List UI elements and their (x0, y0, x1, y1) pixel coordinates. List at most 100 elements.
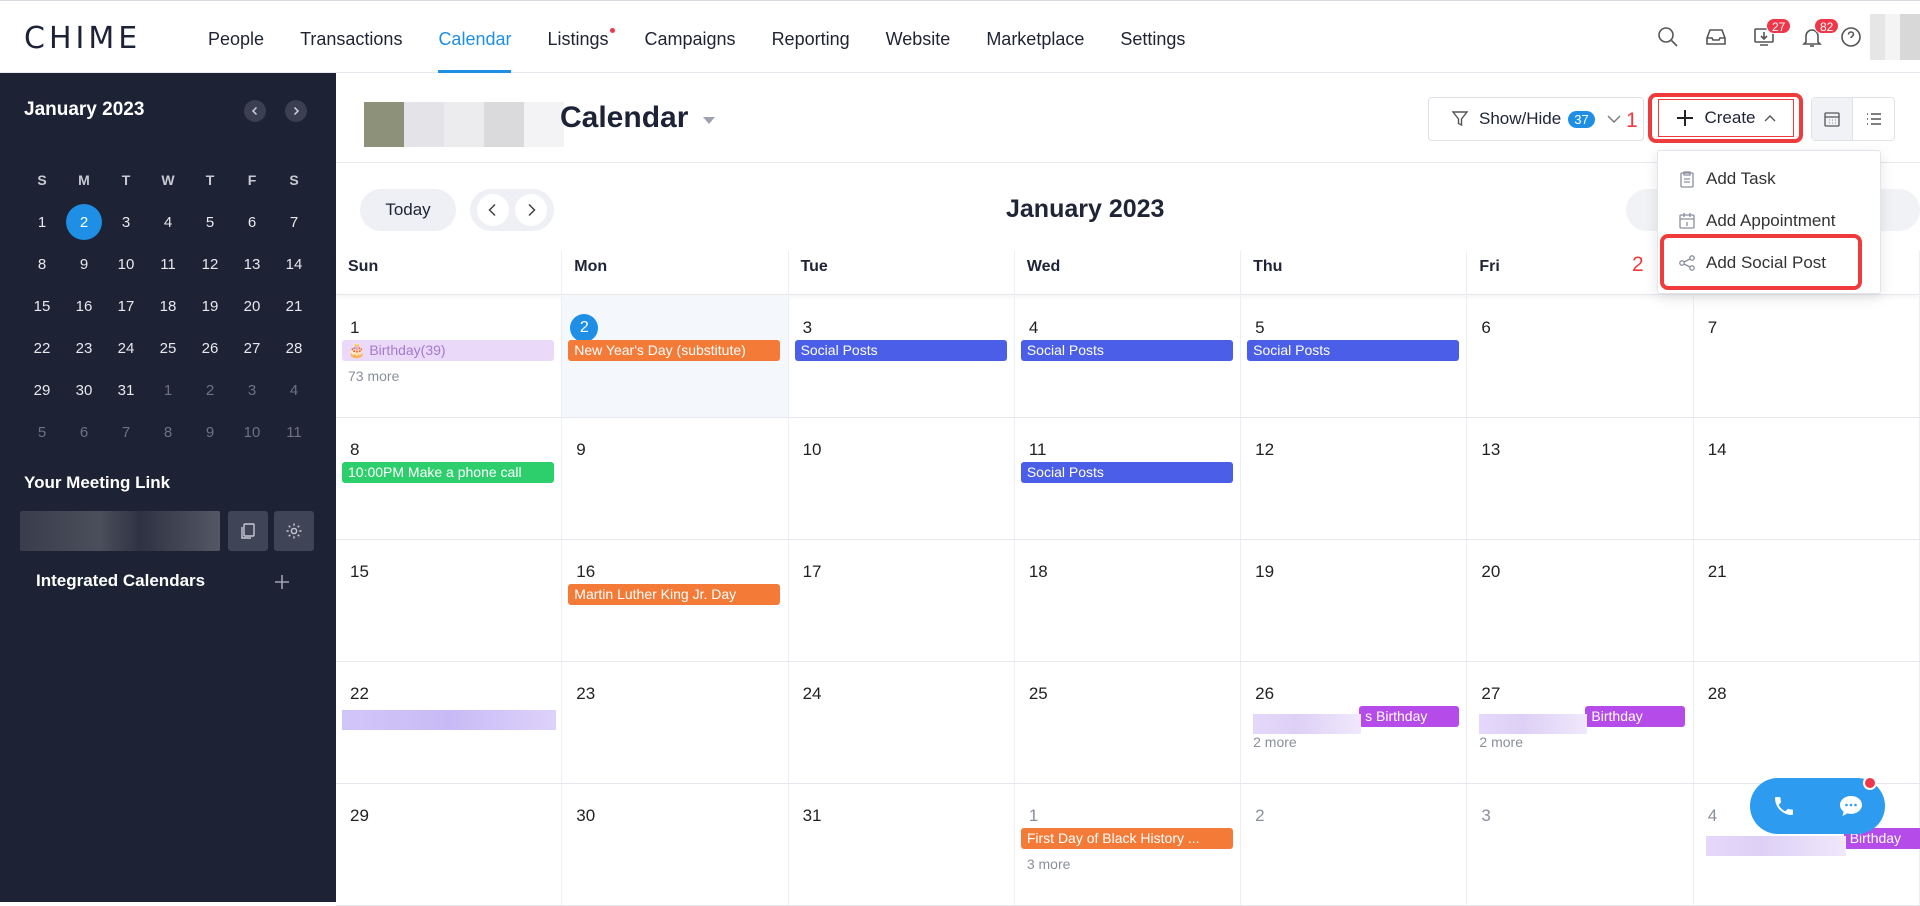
calendar-event[interactable]: Social Posts (1020, 462, 1233, 483)
more-events-link[interactable]: 3 more (1027, 856, 1071, 872)
calendar-event[interactable]: Birthday (1585, 706, 1686, 727)
date-number[interactable]: 13 (1481, 440, 1500, 460)
mini-day[interactable]: 24 (105, 327, 147, 369)
redacted-event[interactable] (342, 710, 556, 730)
mini-day[interactable]: 2 (189, 369, 231, 411)
mini-day[interactable]: 29 (21, 369, 63, 411)
date-number[interactable]: 4 (1708, 806, 1717, 826)
calendar-event[interactable]: Social Posts (1247, 340, 1460, 361)
date-number[interactable]: 19 (1255, 562, 1274, 582)
day-cell[interactable]: 5 Social Posts (1241, 296, 1468, 417)
day-cell[interactable]: 28 (1694, 662, 1920, 783)
day-cell[interactable]: 1 🎂 Birthday(39) 73 more (336, 296, 563, 417)
add-task-item[interactable]: Add Task (1678, 163, 1776, 195)
date-number[interactable]: 22 (350, 684, 369, 704)
more-events-link[interactable]: 2 more (1479, 734, 1523, 750)
day-cell[interactable]: 4 Social Posts (1015, 296, 1242, 417)
meeting-settings-button[interactable] (274, 511, 314, 551)
mini-day[interactable]: 3 (105, 201, 147, 243)
date-number[interactable]: 16 (576, 562, 595, 582)
phone-button[interactable] (1760, 782, 1808, 830)
date-number[interactable]: 21 (1708, 562, 1727, 582)
day-cell[interactable]: 24 (789, 662, 1015, 783)
more-events-link[interactable]: 73 more (348, 368, 399, 384)
date-number[interactable]: 3 (803, 318, 812, 338)
page-title[interactable]: Calendar (560, 101, 688, 135)
mini-day[interactable]: 17 (105, 285, 147, 327)
mini-day[interactable]: 31 (105, 369, 147, 411)
download-icon[interactable]: 27 (1740, 13, 1792, 61)
mini-day[interactable]: 28 (273, 327, 315, 369)
mini-day[interactable]: 27 (231, 327, 273, 369)
date-number[interactable]: 6 (1481, 318, 1490, 338)
day-cell[interactable]: 3 (1467, 784, 1694, 905)
mini-day[interactable]: 25 (147, 327, 189, 369)
day-cell[interactable]: 22 (336, 662, 563, 783)
date-number[interactable]: 26 (1255, 684, 1274, 704)
day-cell[interactable]: 14 (1694, 418, 1920, 539)
mini-day[interactable]: 3 (231, 369, 273, 411)
day-cell[interactable]: 23 (562, 662, 789, 783)
mini-day[interactable]: 12 (189, 243, 231, 285)
nav-transactions[interactable]: Transactions (282, 1, 420, 73)
mini-day[interactable]: 13 (231, 243, 273, 285)
nav-people[interactable]: People (190, 1, 282, 73)
day-cell[interactable]: 20 (1467, 540, 1694, 661)
day-cell[interactable]: 2 New Year's Day (substitute) (562, 296, 789, 417)
mini-day[interactable]: 10 (105, 243, 147, 285)
mini-day[interactable]: 26 (189, 327, 231, 369)
day-cell[interactable]: 1 First Day of Black History ... 3 more (1015, 784, 1242, 905)
mini-day[interactable]: 1 (21, 201, 63, 243)
date-number[interactable]: 10 (803, 440, 822, 460)
mini-day[interactable]: 9 (189, 411, 231, 453)
user-avatar[interactable] (1870, 14, 1920, 60)
date-number[interactable]: 27 (1481, 684, 1500, 704)
date-number[interactable]: 20 (1481, 562, 1500, 582)
date-number[interactable]: 17 (803, 562, 822, 582)
inbox-icon[interactable] (1692, 13, 1740, 61)
caret-down-icon[interactable] (702, 115, 716, 125)
date-number[interactable]: 18 (1029, 562, 1048, 582)
date-number[interactable]: 5 (1255, 318, 1264, 338)
nav-listings[interactable]: Listings (529, 1, 626, 73)
day-cell[interactable]: 8 10:00PM Make a phone call (336, 418, 563, 539)
day-cell[interactable]: 29 (336, 784, 563, 905)
add-calendar-button[interactable] (268, 568, 296, 596)
date-number[interactable]: 12 (1255, 440, 1274, 460)
day-cell[interactable]: 9 (562, 418, 789, 539)
mini-day[interactable]: 4 (273, 369, 315, 411)
chime-logo[interactable]: CHIME (24, 21, 141, 56)
nav-marketplace[interactable]: Marketplace (968, 1, 1102, 73)
nav-calendar[interactable]: Calendar (420, 1, 529, 73)
day-cell[interactable]: 11 Social Posts (1015, 418, 1242, 539)
calendar-event[interactable]: 10:00PM Make a phone call (342, 462, 554, 483)
date-number[interactable]: 3 (1481, 806, 1490, 826)
day-cell[interactable]: 6 (1467, 296, 1694, 417)
mini-day[interactable]: 18 (147, 285, 189, 327)
mini-day[interactable]: 14 (273, 243, 315, 285)
prev-month-button[interactable] (477, 194, 509, 226)
mini-day[interactable]: 1 (147, 369, 189, 411)
mini-day[interactable]: 19 (189, 285, 231, 327)
day-cell[interactable]: 3 Social Posts (789, 296, 1015, 417)
more-events-link[interactable]: 2 more (1253, 734, 1297, 750)
day-cell[interactable]: 15 (336, 540, 563, 661)
day-cell[interactable]: 27 Birthday 2 more (1467, 662, 1694, 783)
mini-day[interactable]: 23 (63, 327, 105, 369)
date-number[interactable]: 28 (1708, 684, 1727, 704)
mini-day[interactable]: 2 (63, 201, 105, 243)
day-cell[interactable]: 2 (1241, 784, 1468, 905)
nav-reporting[interactable]: Reporting (754, 1, 868, 73)
day-cell[interactable]: 19 (1241, 540, 1468, 661)
date-number[interactable]: 23 (576, 684, 595, 704)
mini-day[interactable]: 15 (21, 285, 63, 327)
day-cell[interactable]: 30 (562, 784, 789, 905)
mini-day[interactable]: 4 (147, 201, 189, 243)
copy-link-button[interactable] (228, 511, 268, 551)
mini-day[interactable]: 7 (273, 201, 315, 243)
mini-day[interactable]: 6 (63, 411, 105, 453)
mini-day[interactable]: 10 (231, 411, 273, 453)
bell-icon[interactable]: 82 (1788, 13, 1840, 61)
mini-day[interactable]: 30 (63, 369, 105, 411)
mini-day[interactable]: 5 (21, 411, 63, 453)
